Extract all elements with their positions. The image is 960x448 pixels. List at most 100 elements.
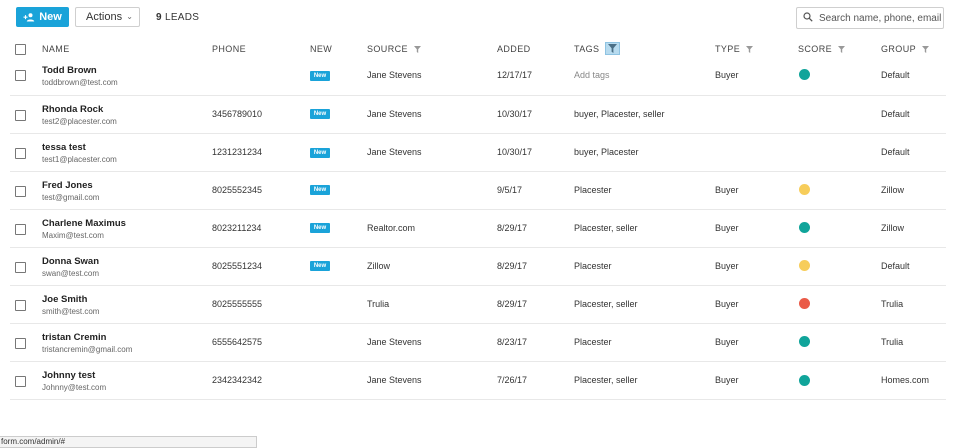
lead-phone: 8025552345: [212, 185, 263, 195]
row-checkbox[interactable]: [15, 300, 26, 311]
table-row[interactable]: tristan Cremin tristancremin@gmail.com 6…: [10, 324, 946, 362]
score-dot: [799, 69, 810, 80]
row-checkbox[interactable]: [15, 262, 26, 273]
lead-group: Homes.com: [881, 375, 930, 385]
lead-type: Buyer: [715, 185, 739, 195]
column-group[interactable]: GROUP: [881, 44, 930, 54]
lead-email: Maxim@test.com: [42, 231, 104, 240]
table-row[interactable]: Rhonda Rock test2@placester.com 34567890…: [10, 96, 946, 134]
lead-tags[interactable]: Placester, seller: [574, 375, 638, 385]
lead-phone: 2342342342: [212, 375, 263, 385]
lead-name[interactable]: Fred Jones: [42, 180, 93, 191]
lead-type: Buyer: [715, 375, 739, 385]
lead-email: smith@test.com: [42, 307, 100, 316]
lead-source: Realtor.com: [367, 223, 416, 233]
lead-source: Zillow: [367, 261, 391, 271]
lead-group: Default: [881, 70, 910, 80]
new-badge: New: [310, 109, 330, 119]
lead-type: Buyer: [715, 299, 739, 309]
table-row[interactable]: Johnny test Johnny@test.com 2342342342 J…: [10, 362, 946, 400]
lead-email: tristancremin@gmail.com: [42, 345, 133, 354]
new-badge: New: [310, 148, 330, 158]
lead-name[interactable]: Todd Brown: [42, 65, 97, 76]
lead-added: 8/23/17: [497, 337, 528, 347]
column-phone[interactable]: PHONE: [212, 44, 246, 54]
new-lead-label: New: [39, 11, 62, 23]
score-dot: [799, 184, 810, 195]
lead-source: Jane Stevens: [367, 337, 422, 347]
lead-phone: 3456789010: [212, 109, 263, 119]
lead-added: 9/5/17: [497, 185, 523, 195]
lead-name[interactable]: Charlene Maximus: [42, 218, 126, 229]
new-badge: New: [310, 185, 330, 195]
lead-tags[interactable]: Placester: [574, 185, 612, 195]
tags-filter-icon[interactable]: [605, 42, 621, 55]
type-filter-icon[interactable]: [746, 45, 754, 53]
column-score[interactable]: SCORE: [798, 44, 846, 54]
score-dot: [799, 336, 810, 347]
lead-phone: 1231231234: [212, 147, 263, 157]
lead-type: Buyer: [715, 261, 739, 271]
new-badge: New: [310, 71, 330, 81]
group-filter-icon[interactable]: [922, 45, 930, 53]
source-filter-icon[interactable]: [413, 45, 421, 53]
new-badge: New: [310, 261, 330, 271]
lead-name[interactable]: tristan Cremin: [42, 332, 106, 343]
lead-email: toddbrown@test.com: [42, 78, 118, 87]
table-row[interactable]: Charlene Maximus Maxim@test.com 80232112…: [10, 210, 946, 248]
row-checkbox[interactable]: [15, 338, 26, 349]
row-checkbox[interactable]: [15, 70, 26, 81]
lead-source: Jane Stevens: [367, 147, 422, 157]
row-checkbox[interactable]: [15, 110, 26, 121]
lead-tags[interactable]: Placester: [574, 261, 612, 271]
lead-source: Trulia: [367, 299, 390, 309]
table-row[interactable]: Joe Smith smith@test.com 8025555555 Trul…: [10, 286, 946, 324]
add-tags-link[interactable]: Add tags: [574, 70, 610, 80]
lead-group: Default: [881, 261, 910, 271]
lead-type: Buyer: [715, 223, 739, 233]
table-row[interactable]: Donna Swan swan@test.com 8025551234 New …: [10, 248, 946, 286]
table-row[interactable]: tessa test test1@placester.com 123123123…: [10, 134, 946, 172]
lead-added: 8/29/17: [497, 299, 528, 309]
lead-added: 7/26/17: [497, 375, 528, 385]
score-filter-icon[interactable]: [838, 45, 846, 53]
search-box[interactable]: [796, 7, 944, 29]
score-dot: [799, 222, 810, 233]
search-input[interactable]: [819, 12, 943, 24]
row-checkbox[interactable]: [15, 186, 26, 197]
lead-email: test2@placester.com: [42, 117, 117, 126]
lead-name[interactable]: Johnny test: [42, 370, 95, 381]
lead-group: Trulia: [881, 337, 904, 347]
score-dot: [799, 298, 810, 309]
lead-tags[interactable]: Placester, seller: [574, 223, 638, 233]
row-checkbox[interactable]: [15, 376, 26, 387]
actions-dropdown[interactable]: Actions ⌄: [75, 7, 140, 27]
new-lead-button[interactable]: New: [16, 7, 69, 27]
table-row[interactable]: Todd Brown toddbrown@test.com New Jane S…: [10, 58, 946, 96]
column-tags[interactable]: TAGS: [574, 42, 621, 55]
lead-group: Zillow: [881, 223, 905, 233]
lead-tags[interactable]: Placester, seller: [574, 299, 638, 309]
lead-added: 8/29/17: [497, 223, 528, 233]
lead-name[interactable]: tessa test: [42, 142, 86, 153]
column-name[interactable]: NAME: [42, 44, 70, 54]
lead-tags[interactable]: buyer, Placester, seller: [574, 109, 665, 119]
lead-tags[interactable]: Placester: [574, 337, 612, 347]
lead-added: 8/29/17: [497, 261, 528, 271]
column-source[interactable]: SOURCE: [367, 44, 421, 54]
column-new[interactable]: NEW: [310, 44, 332, 54]
lead-tags[interactable]: buyer, Placester: [574, 147, 639, 157]
row-checkbox[interactable]: [15, 148, 26, 159]
table-row[interactable]: Fred Jones test@gmail.com 8025552345 New…: [10, 172, 946, 210]
new-badge: New: [310, 223, 330, 233]
select-all-checkbox[interactable]: [15, 44, 26, 55]
column-type[interactable]: TYPE: [715, 44, 754, 54]
score-dot: [799, 260, 810, 271]
column-added[interactable]: ADDED: [497, 44, 531, 54]
score-dot: [799, 375, 810, 386]
row-checkbox[interactable]: [15, 224, 26, 235]
lead-name[interactable]: Donna Swan: [42, 256, 99, 267]
lead-name[interactable]: Joe Smith: [42, 294, 87, 305]
chevron-down-icon: ⌄: [126, 12, 133, 21]
lead-name[interactable]: Rhonda Rock: [42, 104, 103, 115]
